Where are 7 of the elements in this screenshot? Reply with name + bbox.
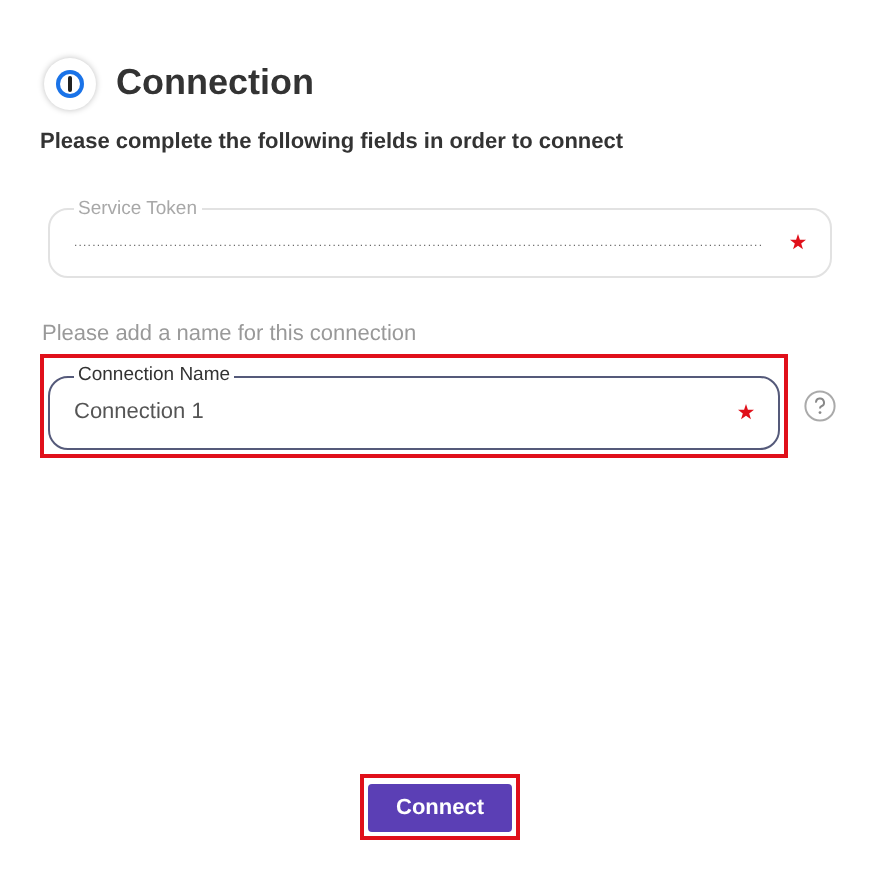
- instructions-text: Please complete the following fields in order to connect: [40, 128, 626, 158]
- page-title: Connection: [116, 60, 314, 106]
- help-icon[interactable]: [804, 390, 836, 423]
- logo-icon: [44, 57, 96, 109]
- connect-button[interactable]: Connect: [368, 784, 512, 832]
- input-field[interactable]: Connection Name Connection 1: [48, 362, 780, 450]
- hint-text: Please add a name for this connection: [42, 319, 419, 350]
